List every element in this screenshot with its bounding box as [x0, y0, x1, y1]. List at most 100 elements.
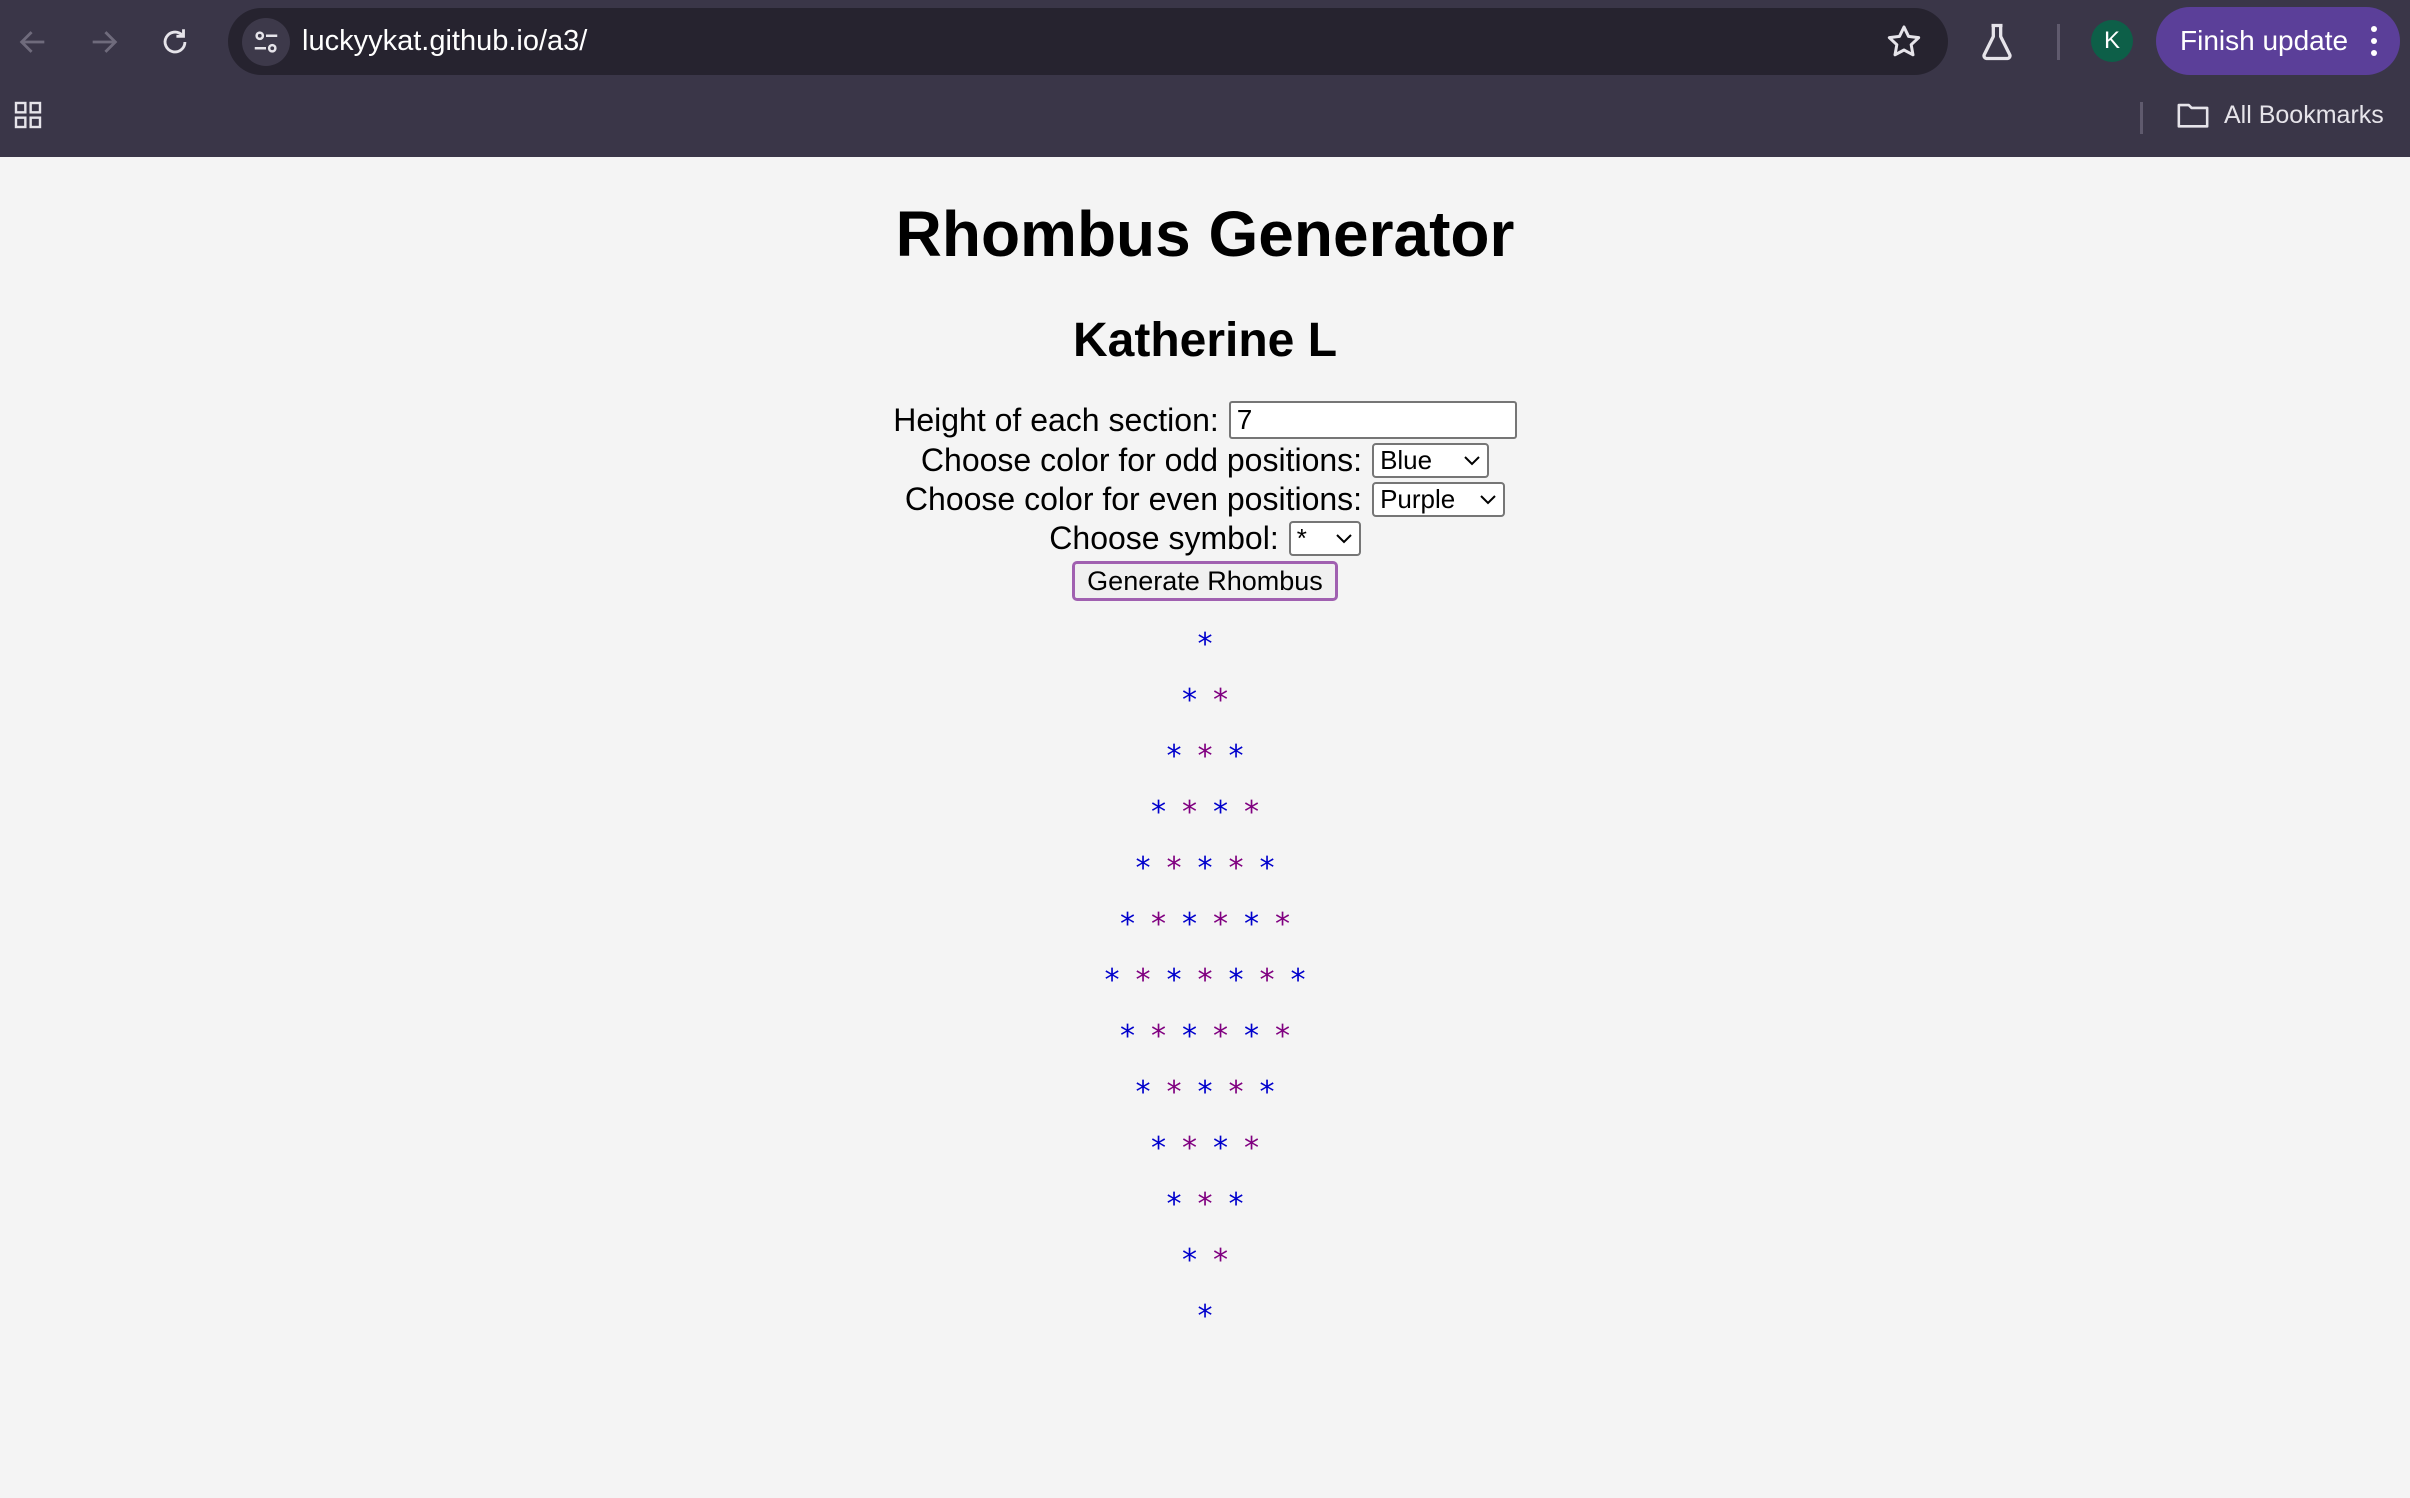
- odd-color-select[interactable]: Blue: [1372, 443, 1490, 478]
- rhombus-output: * * * * * * * * * * * * * * * * * * * * * * * * * * * * * * * * * * * * * * * *…: [0, 617, 2410, 1345]
- author-name: Katherine L: [1072, 314, 1338, 367]
- rhombus-row: * * * * * * *: [0, 953, 2410, 1009]
- rhombus-symbol: *: [1226, 739, 1246, 774]
- rhombus-row: * *: [0, 673, 2410, 729]
- back-arrow-icon: [19, 31, 45, 53]
- address-bar[interactable]: luckyykat.github.io/a3/: [228, 8, 1948, 75]
- forward-button[interactable]: [79, 17, 129, 67]
- bookmarks-bar: All Bookmarks: [0, 85, 2410, 157]
- site-info-button[interactable]: [242, 18, 290, 66]
- height-row: Height of each section: 7: [0, 401, 2410, 439]
- rhombus-symbol: *: [1226, 1075, 1246, 1110]
- apps-grid-icon[interactable]: [12, 99, 44, 131]
- rhombus-symbol: *: [1195, 1075, 1215, 1110]
- rhombus-symbol: *: [1211, 683, 1230, 718]
- rhombus-symbol: *: [1211, 1131, 1230, 1166]
- folder-icon[interactable]: [2176, 100, 2210, 130]
- rhombus-row: * * * *: [0, 785, 2410, 841]
- finish-update-button[interactable]: Finish update: [2156, 7, 2400, 75]
- generate-rhombus-button[interactable]: Generate Rhombus: [1072, 561, 1338, 601]
- rhombus-symbol: *: [1180, 1131, 1199, 1166]
- rhombus-symbol: *: [1226, 1187, 1246, 1222]
- symbol-row: Choose symbol: *: [0, 520, 2410, 557]
- rhombus-symbol: *: [1149, 795, 1168, 830]
- rhombus-row: * * * *: [0, 1121, 2410, 1177]
- forward-arrow-icon: [92, 31, 118, 53]
- rhombus-symbol: *: [1133, 1075, 1153, 1110]
- rhombus-symbol: *: [1257, 963, 1277, 998]
- page-content: Rhombus Generator Katherine L Height of …: [0, 157, 2410, 1498]
- rhombus-symbol: *: [1164, 1187, 1184, 1222]
- rhombus-row: * * *: [0, 1177, 2410, 1233]
- rhombus-symbol: *: [1195, 627, 1215, 662]
- rhombus-symbol: *: [1257, 1075, 1277, 1110]
- rhombus-symbol: *: [1180, 795, 1199, 830]
- rhombus-symbol: *: [1164, 963, 1184, 998]
- rhombus-symbol: *: [1180, 683, 1199, 718]
- height-label: Height of each section:: [893, 401, 1219, 438]
- rhombus-symbol: *: [1273, 1019, 1292, 1054]
- reload-button[interactable]: [150, 17, 200, 67]
- rhombus-symbol: *: [1195, 963, 1215, 998]
- rhombus-symbol: *: [1226, 851, 1246, 886]
- rhombus-symbol: *: [1149, 1019, 1168, 1054]
- rhombus-row: *: [0, 617, 2410, 673]
- odd-color-value: Blue: [1380, 445, 1433, 475]
- rhombus-symbol: *: [1242, 907, 1261, 942]
- symbol-select[interactable]: *: [1288, 521, 1361, 556]
- profile-avatar[interactable]: K: [2091, 20, 2133, 62]
- rhombus-symbol: *: [1242, 1131, 1261, 1166]
- rhombus-row: * * * * *: [0, 1065, 2410, 1121]
- rhombus-symbol: *: [1211, 795, 1230, 830]
- bookmarks-divider: [2140, 102, 2143, 134]
- rhombus-symbol: *: [1180, 1019, 1199, 1054]
- even-color-row: Choose color for even positions: Purple: [0, 481, 2410, 518]
- rhombus-symbol: *: [1102, 963, 1122, 998]
- height-input[interactable]: 7: [1228, 401, 1517, 439]
- rhombus-symbol: *: [1211, 1019, 1230, 1054]
- rhombus-symbol: *: [1195, 851, 1215, 886]
- chevron-down-icon: [1480, 494, 1496, 504]
- back-button[interactable]: [8, 17, 58, 67]
- rhombus-symbol: *: [1149, 907, 1168, 942]
- rhombus-symbol: *: [1133, 963, 1153, 998]
- rhombus-symbol: *: [1195, 739, 1215, 774]
- rhombus-symbol: *: [1118, 1019, 1137, 1054]
- rhombus-symbol: *: [1211, 907, 1230, 942]
- generate-row: Generate Rhombus: [0, 561, 2410, 601]
- rhombus-row: * * * * * *: [0, 1009, 2410, 1065]
- browser-chrome: luckyykat.github.io/a3/ K Finish update …: [0, 0, 2410, 157]
- rhombus-symbol: *: [1180, 1243, 1199, 1278]
- rhombus-symbol: *: [1149, 1131, 1168, 1166]
- rhombus-symbol: *: [1133, 851, 1153, 886]
- rhombus-row: * * *: [0, 729, 2410, 785]
- rhombus-symbol: *: [1211, 1243, 1230, 1278]
- even-color-value: Purple: [1380, 484, 1456, 514]
- page-title: Rhombus Generator: [895, 198, 1515, 270]
- symbol-value: *: [1296, 523, 1307, 553]
- chevron-down-icon: [1464, 455, 1480, 465]
- even-color-select[interactable]: Purple: [1372, 482, 1506, 517]
- browser-toolbar: luckyykat.github.io/a3/ K Finish update: [0, 0, 2410, 85]
- odd-color-label: Choose color for odd positions:: [920, 442, 1363, 478]
- rhombus-symbol: *: [1164, 851, 1184, 886]
- rhombus-symbol: *: [1118, 907, 1137, 942]
- odd-color-row: Choose color for odd positions: Blue: [0, 442, 2410, 479]
- rhombus-symbol: *: [1242, 1019, 1261, 1054]
- rhombus-symbol: *: [1164, 1075, 1184, 1110]
- rhombus-symbol: *: [1180, 907, 1199, 942]
- all-bookmarks-link[interactable]: All Bookmarks: [2224, 101, 2384, 130]
- rhombus-symbol: *: [1288, 963, 1308, 998]
- bookmark-star-icon[interactable]: [1884, 22, 1924, 62]
- labs-flask-icon[interactable]: [1975, 20, 2019, 64]
- url-text[interactable]: luckyykat.github.io/a3/: [302, 24, 587, 58]
- tune-icon: [254, 31, 278, 53]
- rhombus-symbol: *: [1195, 1187, 1215, 1222]
- toolbar-divider: [2057, 24, 2060, 60]
- rhombus-symbol: *: [1242, 795, 1261, 830]
- reload-icon: [163, 29, 187, 54]
- rhombus-symbol: *: [1226, 963, 1246, 998]
- rhombus-symbol: *: [1164, 739, 1184, 774]
- rhombus-row: * * * * * *: [0, 897, 2410, 953]
- rhombus-row: * *: [0, 1233, 2410, 1289]
